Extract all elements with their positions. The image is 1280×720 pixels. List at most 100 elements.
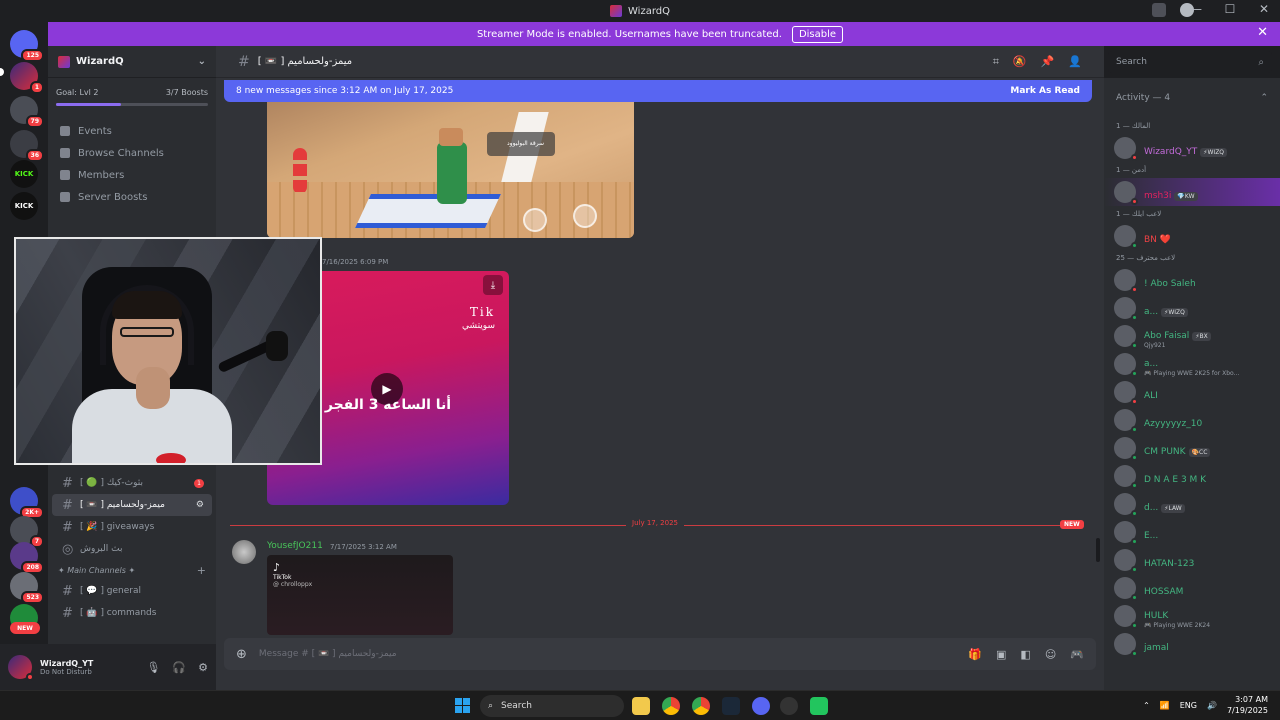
- discord-icon[interactable]: [752, 697, 770, 715]
- server-wizardq-icon[interactable]: 1: [10, 62, 44, 94]
- avatar[interactable]: [8, 655, 34, 681]
- server-kick-icon[interactable]: KICK: [10, 160, 38, 188]
- minimize-icon[interactable]: —: [1188, 2, 1204, 16]
- message-author[interactable]: YousefJO211: [267, 541, 323, 551]
- headphones-icon[interactable]: 🎧: [172, 661, 186, 674]
- tiktok-embed[interactable]: ♪ TikTok @ chrolloppx: [267, 555, 453, 635]
- server-icon[interactable]: 36: [10, 130, 44, 162]
- chrome-icon[interactable]: [662, 697, 680, 715]
- member-item[interactable]: jamal: [1104, 630, 1280, 658]
- settings-gear-icon[interactable]: ⚙: [198, 661, 208, 674]
- steam-icon[interactable]: [722, 697, 740, 715]
- pin-icon[interactable]: 📌: [1041, 55, 1055, 69]
- threads-icon[interactable]: ⌗: [993, 55, 999, 69]
- nav-members[interactable]: Members: [48, 164, 216, 186]
- member-item[interactable]: HOSSAM: [1104, 574, 1280, 602]
- boost-goal[interactable]: Goal: Lvl 2 3/7 Boosts: [48, 78, 216, 97]
- user-info[interactable]: WizardQ_YT Do Not Disturb: [40, 659, 93, 676]
- chevron-up-icon[interactable]: ⌃: [1143, 701, 1150, 710]
- game-screenshot-image[interactable]: سرقة البوليوود: [267, 102, 634, 238]
- nav-label: Server Boosts: [78, 191, 148, 203]
- chevron-down-icon[interactable]: ⌄: [198, 56, 206, 67]
- member-item[interactable]: Abo Faisal ⚡BX Qjy921: [1104, 322, 1280, 350]
- sticker-icon[interactable]: ◧: [1020, 648, 1030, 661]
- nav-events[interactable]: Events: [48, 120, 216, 142]
- emoji-icon[interactable]: ☺: [1045, 648, 1056, 661]
- category-main-channels[interactable]: ✦ Main Channels ✦ +: [48, 560, 216, 580]
- maximize-icon[interactable]: ☐: [1222, 2, 1238, 16]
- gift-icon[interactable]: 🎁: [968, 648, 982, 661]
- server-icon[interactable]: 7: [10, 516, 44, 548]
- member-item[interactable]: Azyyyyyz_10: [1104, 406, 1280, 434]
- search-input[interactable]: Search ⌕: [1108, 51, 1272, 73]
- member-item[interactable]: ! Abo Saleh: [1104, 266, 1280, 294]
- scrollbar[interactable]: [1096, 538, 1100, 562]
- activity-header[interactable]: Activity — 4 ⌃: [1104, 78, 1280, 118]
- app-icon[interactable]: [810, 697, 828, 715]
- new-messages-text: 8 new messages since 3:12 AM on July 17,…: [236, 86, 454, 96]
- member-item[interactable]: a... 🎮 Playing WWE 2K25 for Xbo...: [1104, 350, 1280, 378]
- home-server-icon[interactable]: 125: [10, 30, 44, 62]
- gif-icon[interactable]: ▣: [996, 648, 1006, 661]
- channel-kick-streams[interactable]: # [ 🟢 ] بثوث-كيك 1: [52, 472, 212, 494]
- settings-gear-icon[interactable]: ⚙: [196, 500, 204, 510]
- member-item[interactable]: HULK 🎮 Playing WWE 2K24: [1104, 602, 1280, 630]
- inbox-icon[interactable]: [1152, 3, 1166, 17]
- mute-bell-icon[interactable]: 🔕: [1013, 55, 1027, 69]
- nav-browse-channels[interactable]: Browse Channels: [48, 142, 216, 164]
- embed-handle: @ chrolloppx: [273, 581, 313, 588]
- member-item[interactable]: WizardQ_YT ⚡WIZQ: [1104, 134, 1280, 162]
- disable-button[interactable]: Disable: [791, 25, 844, 43]
- server-icon[interactable]: 208: [10, 542, 44, 574]
- obs-icon[interactable]: [780, 697, 798, 715]
- windows-start-icon[interactable]: [455, 698, 470, 713]
- close-icon[interactable]: ✕: [1256, 2, 1272, 16]
- add-attachment-icon[interactable]: ⊕: [236, 647, 247, 662]
- download-icon[interactable]: ⤓: [483, 275, 503, 295]
- member-line: E...: [1144, 523, 1158, 542]
- server-header[interactable]: WizardQ ⌄: [48, 46, 216, 78]
- message-input[interactable]: ⊕ Message # [ 📼 ] ميمز-ولحساميم 🎁 ▣ ◧ ☺ …: [224, 638, 1096, 670]
- new-messages-bar[interactable]: 8 new messages since 3:12 AM on July 17,…: [224, 80, 1092, 102]
- member-item[interactable]: ALI: [1104, 378, 1280, 406]
- member-item[interactable]: HATAN-123: [1104, 546, 1280, 574]
- server-icon[interactable]: 79: [10, 96, 44, 128]
- channel-giveaways[interactable]: # [ 🎉 ] giveaways: [52, 516, 212, 538]
- activities-icon[interactable]: 🎮: [1070, 648, 1084, 661]
- banner-close-icon[interactable]: ✕: [1257, 25, 1268, 40]
- microphone-icon[interactable]: 🎙: [146, 661, 160, 674]
- server-kick-icon[interactable]: KICK: [10, 192, 38, 220]
- member-list-icon[interactable]: 👤: [1068, 55, 1082, 69]
- member-item[interactable]: d... ⚡LAW: [1104, 490, 1280, 518]
- member-item[interactable]: CM PUNK 🎨CC: [1104, 434, 1280, 462]
- status-icon: [1131, 650, 1138, 657]
- volume-icon[interactable]: 🔊: [1207, 701, 1217, 710]
- member-item[interactable]: D N A E 3 M K: [1104, 462, 1280, 490]
- discord-app: WizardQ — ☐ ✕ Streamer Mode is enabled. …: [0, 0, 1280, 720]
- language-indicator[interactable]: ENG: [1180, 701, 1197, 710]
- server-icon[interactable]: 2K+: [10, 487, 44, 519]
- chrome-icon[interactable]: [692, 697, 710, 715]
- member-item[interactable]: a... ⚡WIZQ: [1104, 294, 1280, 322]
- new-badge[interactable]: NEW: [10, 622, 40, 634]
- clock[interactable]: 3:07 AM 7/19/2025: [1227, 694, 1268, 716]
- member-name: a...: [1144, 359, 1159, 369]
- file-explorer-icon[interactable]: [632, 697, 650, 715]
- member-item[interactable]: E...: [1104, 518, 1280, 546]
- chevron-up-icon[interactable]: ⌃: [1260, 93, 1268, 103]
- server-icon[interactable]: 523: [10, 572, 44, 604]
- channel-memes[interactable]: # [ 📼 ] ميمز-ولحساميم ⚙: [52, 494, 212, 516]
- status-icon: [1131, 426, 1138, 433]
- member-item[interactable]: msh3i 💎KW: [1104, 178, 1280, 206]
- avatar[interactable]: [232, 540, 256, 564]
- channel-general[interactable]: # [ 💬 ] general: [52, 580, 212, 602]
- taskbar-search[interactable]: ⌕ Search: [480, 695, 624, 717]
- member-info: ! Abo Saleh: [1144, 271, 1196, 290]
- channel-commands[interactable]: # [ 🤖 ] commands: [52, 602, 212, 624]
- member-item[interactable]: BN ❤️: [1104, 222, 1280, 250]
- channel-stage[interactable]: ◎ بث البروش: [52, 538, 212, 560]
- wifi-icon[interactable]: 📶: [1160, 701, 1170, 710]
- add-channel-icon[interactable]: +: [197, 564, 206, 577]
- mark-as-read-button[interactable]: Mark As Read: [1010, 86, 1080, 96]
- nav-server-boosts[interactable]: Server Boosts: [48, 186, 216, 208]
